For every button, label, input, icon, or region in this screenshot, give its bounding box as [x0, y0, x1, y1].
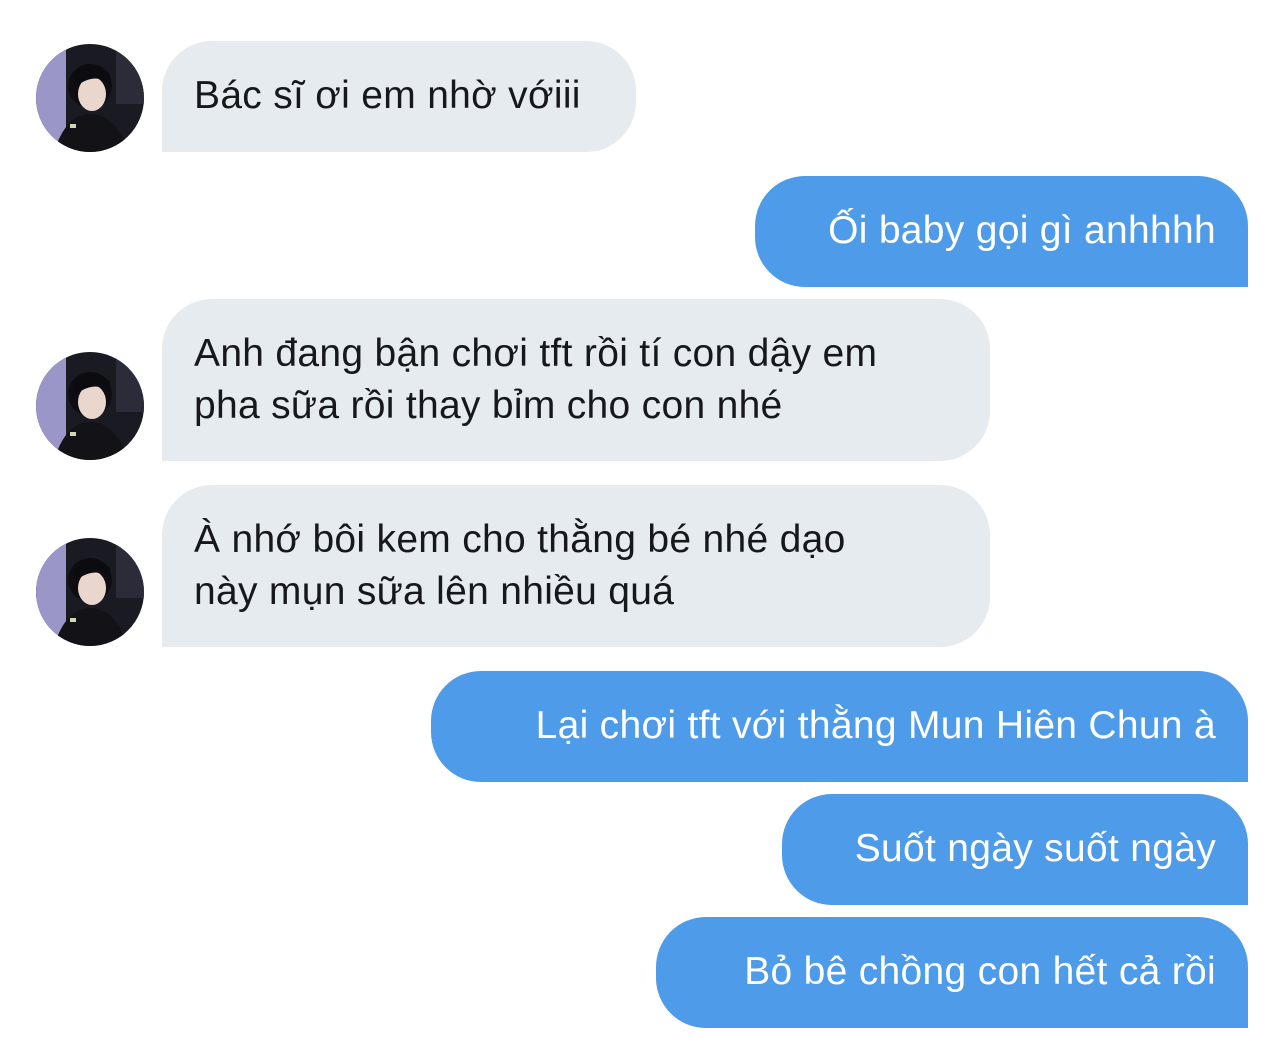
outgoing-message-bubble[interactable]: Lại chơi tft với thằng Mun Hiên Chun à: [431, 671, 1248, 782]
outgoing-message-bubble[interactable]: Suốt ngày suốt ngày: [782, 794, 1248, 905]
outgoing-message-bubble[interactable]: Ối baby gọi gì anhhhh: [755, 176, 1248, 287]
sender-avatar[interactable]: [36, 44, 144, 152]
outgoing-message-bubble[interactable]: Bỏ bê chồng con hết cả rồi: [656, 917, 1248, 1028]
sender-avatar[interactable]: [36, 538, 144, 646]
incoming-message-bubble[interactable]: Anh đang bận chơi tft rồi tí con dậy em …: [162, 299, 990, 461]
avatar-photo-icon: [36, 352, 144, 460]
sender-avatar[interactable]: [36, 352, 144, 460]
avatar-photo-icon: [36, 538, 144, 646]
avatar-photo-icon: [36, 44, 144, 152]
incoming-message-bubble[interactable]: À nhớ bôi kem cho thằng bé nhé dạo này m…: [162, 485, 990, 647]
incoming-message-bubble[interactable]: Bác sĩ ơi em nhờ vớiii: [162, 41, 636, 152]
